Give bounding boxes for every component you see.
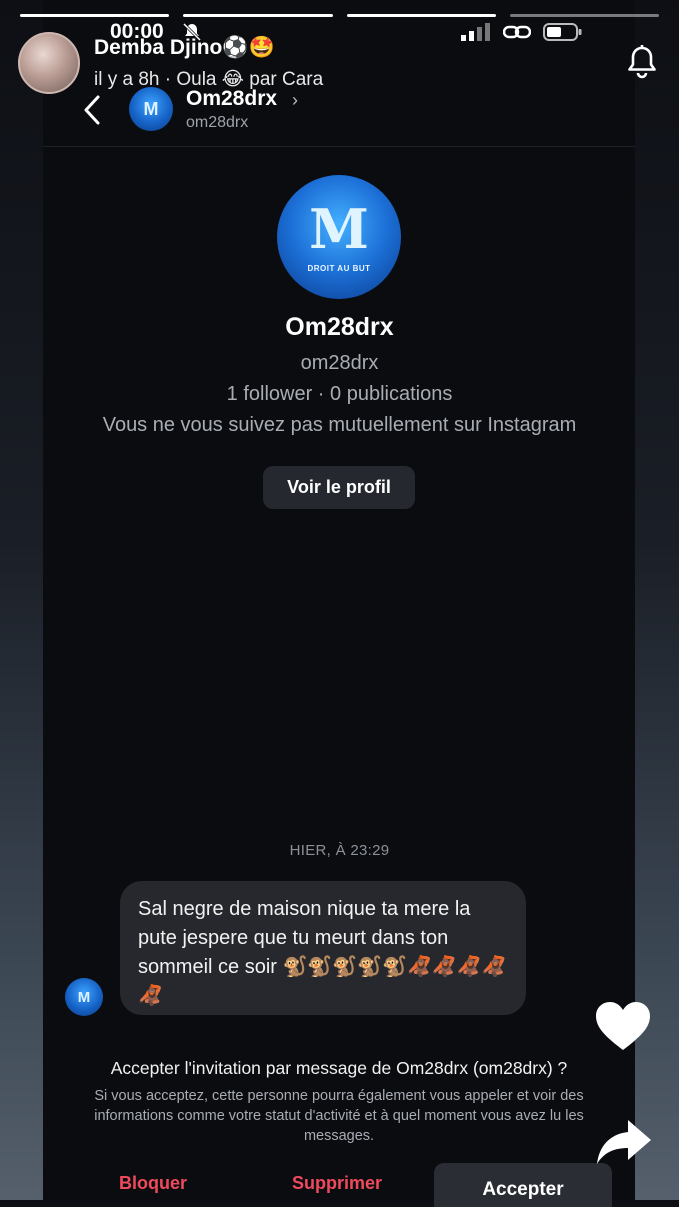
request-description: Si vous acceptez, cette personne pourra …	[94, 1088, 584, 1144]
om-motto: DROIT AU BUT	[307, 263, 371, 273]
chevron-right-icon: ›	[292, 90, 298, 110]
profile-name: Om28drx	[285, 313, 394, 341]
dm-handle: om28drx	[186, 114, 249, 131]
dm-avatar-logo: M	[143, 98, 159, 119]
story-progress-segment	[509, 14, 659, 17]
heart-icon[interactable]	[594, 1000, 652, 1057]
om-logo: M	[309, 196, 369, 261]
block-button[interactable]: Bloquer	[119, 1173, 187, 1194]
profile-mutual-text: Vous ne vous suivez pas mutuellement sur…	[102, 414, 577, 436]
message-timestamp: HIER, À 23:29	[289, 842, 390, 859]
back-chevron-icon[interactable]	[82, 94, 102, 131]
header-divider	[43, 146, 635, 147]
delete-button[interactable]: Supprimer	[292, 1173, 382, 1194]
story-progress	[20, 14, 659, 17]
request-actions: Bloquer Supprimer Accepter	[43, 1163, 635, 1207]
story-avatar[interactable]	[18, 32, 80, 94]
message-bubble[interactable]: Sal negre de maison nique ta mere la put…	[120, 881, 526, 1015]
story-progress-segment	[20, 14, 170, 17]
status-icons	[461, 22, 583, 47]
request-title: Accepter l'invitation par message de Om2…	[110, 1058, 568, 1078]
share-icon[interactable]	[595, 1118, 653, 1171]
dm-name[interactable]: Om28drx	[186, 87, 277, 111]
message-text: Sal negre de maison nique ta mere la put…	[138, 898, 507, 1007]
story-progress-segment	[183, 14, 333, 17]
message-sender-avatar[interactable]: M	[65, 978, 103, 1016]
profile-handle: om28drx	[300, 352, 379, 374]
link-icon	[502, 23, 532, 46]
story-user-name[interactable]: Demba Djino⚽️🤩	[94, 36, 275, 60]
signal-icon	[461, 23, 491, 46]
profile-avatar[interactable]: M DROIT AU BUT	[277, 175, 401, 299]
message-avatar-logo: M	[77, 988, 91, 1006]
battery-icon	[543, 22, 583, 47]
bell-icon[interactable]	[625, 44, 659, 85]
view-profile-button[interactable]: Voir le profil	[263, 466, 415, 509]
story-progress-segment	[346, 14, 496, 17]
accept-button[interactable]: Accepter	[434, 1163, 612, 1207]
dm-avatar[interactable]: M	[129, 87, 173, 131]
profile-stats: 1 follower · 0 publications	[226, 383, 453, 405]
